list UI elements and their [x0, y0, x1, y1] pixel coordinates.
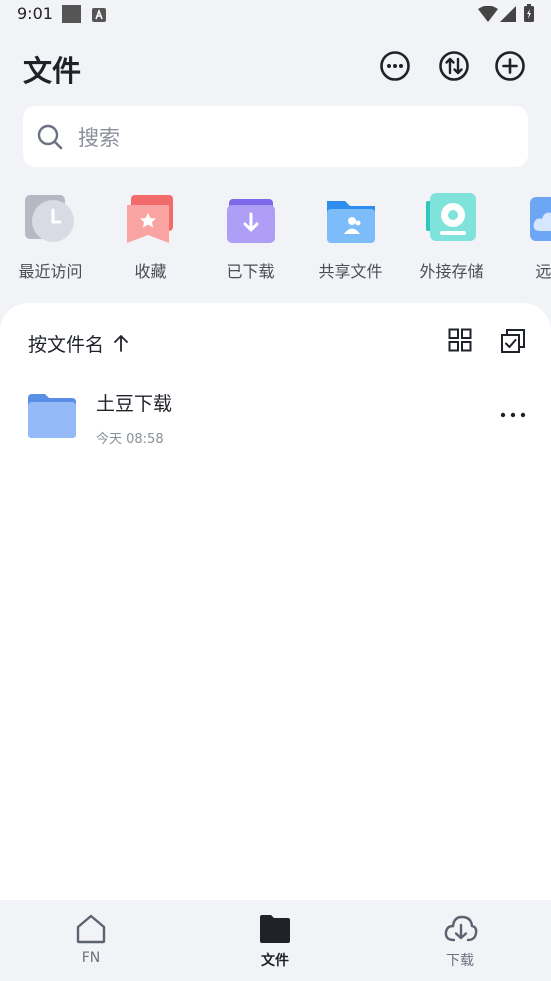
- nav-item-download[interactable]: 下载: [400, 900, 520, 981]
- plus-circle-icon: [495, 51, 525, 81]
- file-name: 土豆下载: [96, 393, 173, 415]
- quick-access-label: 共享文件: [318, 262, 383, 281]
- transfer-arrows-icon: [439, 51, 469, 81]
- add-button[interactable]: [494, 50, 526, 82]
- page-title: 文件: [23, 54, 82, 88]
- more-options-button[interactable]: [379, 50, 411, 82]
- bookmark-star-icon: [127, 195, 173, 243]
- bottom-nav: FN 文件 下载: [0, 900, 551, 981]
- remote-cloud-icon: [530, 197, 551, 241]
- nav-label: FN: [81, 950, 101, 966]
- file-modified-time: 今天 08:58: [96, 432, 164, 447]
- grid-view-button[interactable]: [448, 328, 474, 356]
- quick-access-external-storage[interactable]: 外接存储: [401, 188, 502, 288]
- notification-square-icon: [62, 5, 81, 27]
- multi-select-icon: [501, 329, 525, 353]
- quick-access-label: 收藏: [134, 262, 167, 281]
- clock-icon: [25, 195, 74, 242]
- nav-item-files[interactable]: 文件: [215, 900, 335, 981]
- file-list-panel: 按文件名 土豆下载 今天 08:58: [0, 303, 551, 900]
- quick-access-label: 最近访问: [18, 262, 83, 281]
- grid-view-icon: [448, 328, 472, 352]
- more-circle-icon: [380, 51, 410, 81]
- wifi-icon: [478, 5, 498, 26]
- search-input[interactable]: [76, 106, 520, 169]
- folder-icon: [28, 394, 76, 438]
- search-icon: [37, 124, 63, 150]
- cellular-signal-icon: [500, 6, 516, 26]
- quick-access-downloaded[interactable]: 已下载: [200, 188, 301, 288]
- download-folder-icon: [227, 199, 275, 243]
- battery-icon: [524, 4, 534, 26]
- transfer-button[interactable]: [438, 50, 470, 82]
- quick-access-label: 远程: [535, 262, 551, 281]
- nav-label: 文件: [261, 953, 289, 969]
- quick-access-row: 最近访问 收藏 已下载 共享文件 外接存储 远: [0, 188, 551, 288]
- sort-selector[interactable]: 按文件名: [28, 330, 129, 356]
- quick-access-recent[interactable]: 最近访问: [0, 188, 101, 288]
- notification-app-icon: [92, 7, 106, 26]
- folder-icon: [260, 915, 290, 943]
- shared-folder-icon: [327, 201, 375, 243]
- quick-access-shared[interactable]: 共享文件: [300, 188, 401, 288]
- sort-label: 按文件名: [28, 333, 105, 356]
- list-item[interactable]: 土豆下载 今天 08:58: [0, 378, 551, 458]
- multi-select-button[interactable]: [500, 328, 526, 356]
- quick-access-favorites[interactable]: 收藏: [100, 188, 201, 288]
- nav-item-fn[interactable]: FN: [31, 900, 151, 981]
- nav-label: 下载: [446, 953, 474, 969]
- arrow-up-icon: [114, 335, 128, 352]
- status-bar: 9:01: [0, 0, 551, 30]
- status-time: 9:01: [17, 4, 53, 23]
- external-storage-icon: [426, 193, 476, 241]
- home-icon: [76, 914, 106, 944]
- cloud-download-icon: [444, 915, 478, 942]
- quick-access-remote[interactable]: 远程: [501, 188, 551, 288]
- file-more-button[interactable]: [496, 402, 530, 428]
- search-bar[interactable]: [23, 106, 528, 169]
- more-horizontal-icon: [500, 412, 526, 418]
- quick-access-label: 已下载: [226, 262, 275, 281]
- quick-access-label: 外接存储: [419, 262, 484, 281]
